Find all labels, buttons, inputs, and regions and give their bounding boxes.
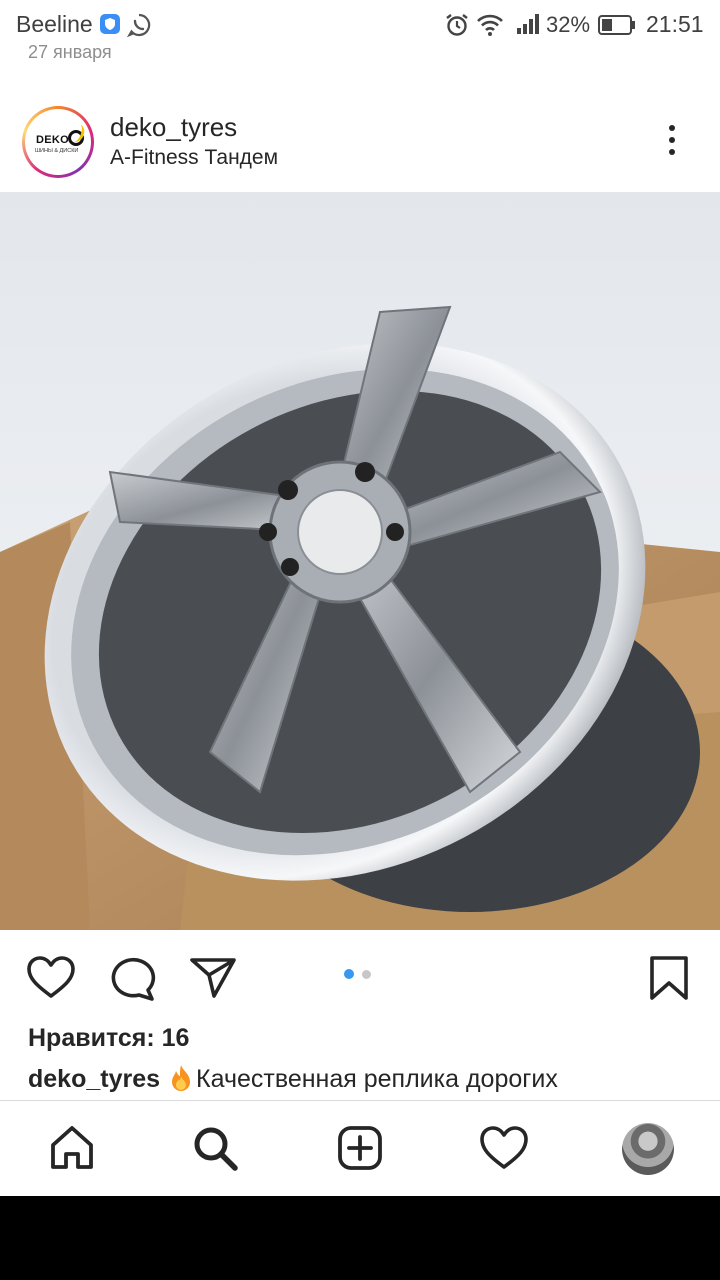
post-date: 27 января (28, 42, 112, 62)
caption-text: Качественная реплика дорогих (196, 1065, 558, 1093)
post-location[interactable]: A-Fitness Тандем (110, 146, 278, 170)
signal-icon (517, 14, 539, 34)
whatsapp-icon (126, 13, 151, 38)
bottom-navigation (0, 1100, 720, 1196)
fire-emoji-icon (172, 1065, 191, 1091)
share-icon[interactable] (188, 954, 238, 1002)
logo-subtext: ШИНЫ & ДИСКИ (35, 148, 79, 154)
story-avatar[interactable]: DEKO ШИНЫ & ДИСКИ (22, 106, 94, 178)
carrier-name: Beeline (16, 11, 93, 37)
home-icon[interactable] (47, 1123, 97, 1173)
instagram-post-screen: Beeline 32% 21:51 27 января DEKO ШИНЫ & … (0, 0, 720, 1196)
battery-percent: 32% (546, 12, 591, 37)
more-dot-icon (669, 137, 675, 143)
like-icon[interactable] (26, 954, 76, 1002)
alarm-icon (446, 14, 468, 36)
post-photo[interactable] (0, 192, 720, 930)
carousel-indicator (344, 969, 376, 981)
save-icon[interactable] (644, 954, 694, 1002)
logo-text: DEKO (36, 134, 69, 146)
search-icon[interactable] (190, 1123, 240, 1173)
more-dot-icon (669, 149, 675, 155)
alloy-wheel-photo (0, 192, 720, 930)
more-options-button[interactable] (656, 120, 688, 160)
carousel-dot (362, 970, 371, 979)
new-post-icon[interactable] (335, 1123, 385, 1173)
post-header: DEKO ШИНЫ & ДИСКИ deko_tyres A-Fitness Т… (0, 90, 720, 192)
wifi-icon (477, 14, 503, 36)
comment-icon[interactable] (108, 954, 158, 1002)
post-caption: deko_tyres Качественная реплика дорогих (28, 1064, 558, 1094)
clock: 21:51 (646, 11, 704, 37)
post-actions (0, 930, 720, 1020)
deko-logo: DEKO ШИНЫ & ДИСКИ (28, 112, 88, 172)
carousel-dot-active (344, 969, 354, 979)
likes-count[interactable]: Нравится: 16 (28, 1024, 189, 1053)
battery-icon (598, 15, 635, 35)
shield-icon (100, 14, 120, 34)
system-navigation-bar (0, 1196, 720, 1280)
activity-icon[interactable] (479, 1123, 529, 1173)
profile-avatar[interactable] (622, 1123, 674, 1175)
caption-username[interactable]: deko_tyres (28, 1065, 160, 1093)
more-dot-icon (669, 125, 675, 131)
post-username[interactable]: deko_tyres (110, 112, 237, 143)
